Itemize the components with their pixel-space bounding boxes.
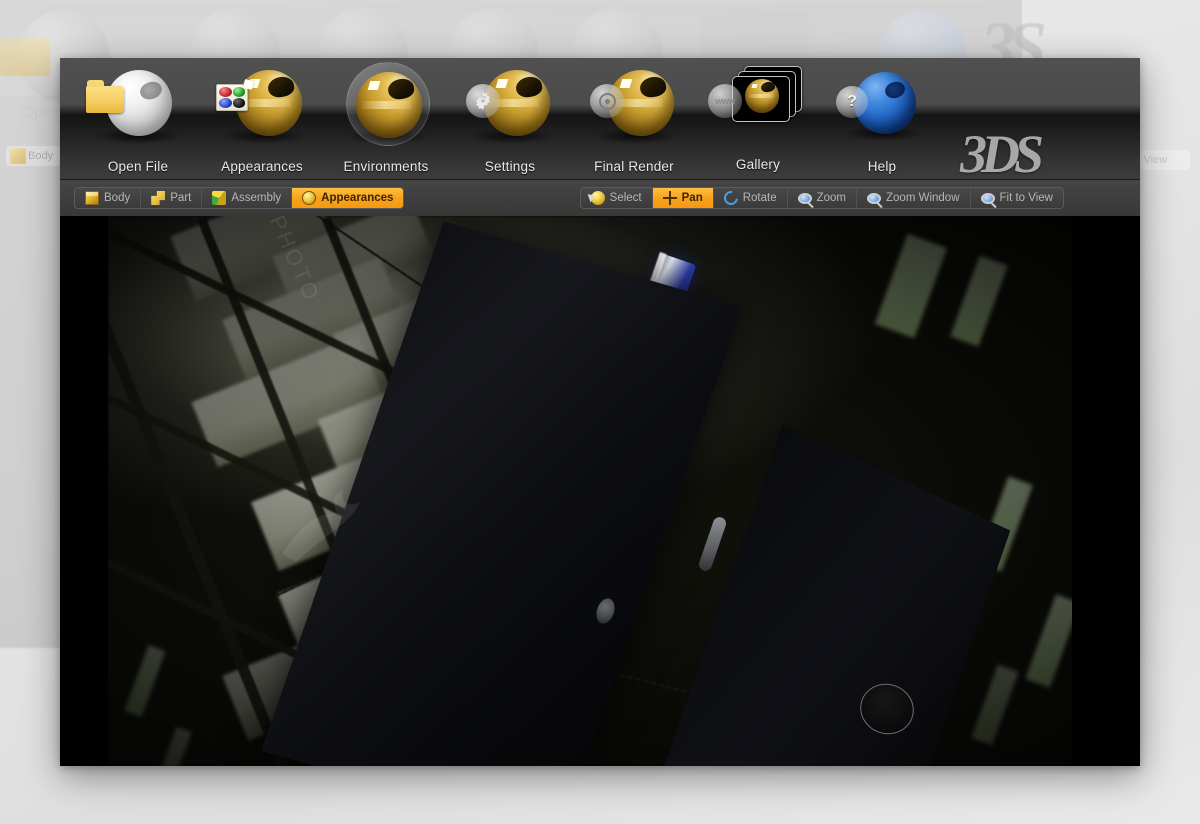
nav-button-label: Zoom Window (886, 192, 960, 204)
part-icon (151, 191, 166, 205)
device-speaker (697, 515, 728, 573)
gold-sphere-gear-icon (458, 62, 562, 144)
target-icon (590, 84, 624, 118)
device-model (108, 216, 1072, 766)
backdrop-folder-icon (0, 38, 50, 76)
gold-sphere-halo-icon (334, 62, 438, 146)
fit-to-view-icon (980, 192, 995, 204)
mode-button-label: Appearances (321, 192, 394, 204)
pan-cross-icon (662, 191, 677, 205)
render-viewport[interactable]: PHOTO PHOTO.CN (60, 216, 1140, 766)
top-toolbar: Open File Appearances Environments Setti… (60, 58, 1140, 184)
www-icon: www (708, 84, 742, 118)
toolbar-label: Gallery (735, 157, 781, 172)
toolbar-button-final-render[interactable]: Final Render (572, 58, 696, 180)
application-window: Open File Appearances Environments Setti… (60, 58, 1140, 766)
toolbar-label: Open File (107, 159, 169, 174)
gold-sphere-target-icon (582, 62, 686, 144)
rotate-arrows-icon (720, 188, 741, 208)
magnifier-icon (797, 192, 812, 204)
toolbar-button-appearances[interactable]: Appearances (200, 58, 324, 180)
toolbar-label: Final Render (594, 159, 674, 174)
toolbar-button-environments[interactable]: Environments (324, 58, 448, 180)
nav-button-label: Select (609, 192, 642, 204)
yellow-sphere-icon (302, 191, 317, 205)
white-sphere-folder-icon (86, 62, 190, 144)
question-mark-icon: ? (836, 86, 868, 118)
nav-button-select[interactable]: Select (581, 188, 653, 208)
swatch-red (219, 87, 232, 97)
nav-button-label: Rotate (742, 192, 777, 204)
toolbar-label: Environments (343, 159, 429, 174)
swatch-blue (219, 98, 232, 108)
brand-logo-3ds: 3DS (960, 124, 1044, 184)
swatch-black (232, 98, 245, 108)
blue-sphere-question-icon: ? (830, 62, 934, 144)
toolbar-label: Help (867, 159, 897, 174)
mode-button-part[interactable]: Part (141, 188, 203, 208)
scope-button-group: Body Part Assembly Appearances (74, 187, 405, 209)
nav-button-zoom[interactable]: Zoom (788, 188, 858, 208)
gold-sphere-palette-icon (210, 62, 314, 144)
mode-toolbar: Body Part Assembly Appearances Select Pa… (60, 180, 1140, 216)
nav-button-zoom-window[interactable]: Zoom Window (857, 188, 971, 208)
mode-button-assembly[interactable]: Assembly (202, 188, 293, 208)
select-arrow-icon (590, 191, 605, 205)
zoom-window-icon (867, 192, 882, 204)
nav-button-label: Zoom (816, 192, 847, 204)
mode-button-label: Assembly (231, 192, 282, 204)
mode-button-label: Body (104, 192, 131, 204)
backdrop-cube-icon (10, 148, 26, 164)
nav-button-pan[interactable]: Pan (652, 188, 714, 208)
toolbar-button-gallery[interactable]: www Gallery (696, 58, 820, 180)
toolbar-button-settings[interactable]: Settings (448, 58, 572, 180)
toolbar-button-help[interactable]: ? Help (820, 58, 944, 180)
toolbar-button-open-file[interactable]: Open File (76, 58, 200, 180)
assembly-icon (212, 191, 227, 205)
nav-button-fit-to-view[interactable]: Fit to View (971, 188, 1063, 208)
watermark-bird-logo-secondary (282, 490, 360, 562)
image-stack-www-icon: www (706, 62, 810, 144)
rendered-image: PHOTO PHOTO.CN (108, 216, 1072, 766)
swatch-green (232, 87, 245, 97)
mode-button-appearances[interactable]: Appearances (292, 188, 404, 208)
gear-icon (466, 84, 500, 118)
nav-button-label: Fit to View (999, 192, 1053, 204)
nav-button-rotate[interactable]: Rotate (714, 188, 788, 208)
navigation-button-group: Select Pan Rotate Zoom Zoom Window Fit t… (579, 187, 1064, 209)
toolbar-label: Appearances (221, 159, 303, 174)
cube-icon (85, 191, 99, 205)
nav-button-label: Pan (681, 192, 703, 204)
mode-button-body[interactable]: Body (75, 188, 142, 208)
toolbar-label: Settings (484, 159, 536, 174)
mode-button-label: Part (170, 192, 192, 204)
